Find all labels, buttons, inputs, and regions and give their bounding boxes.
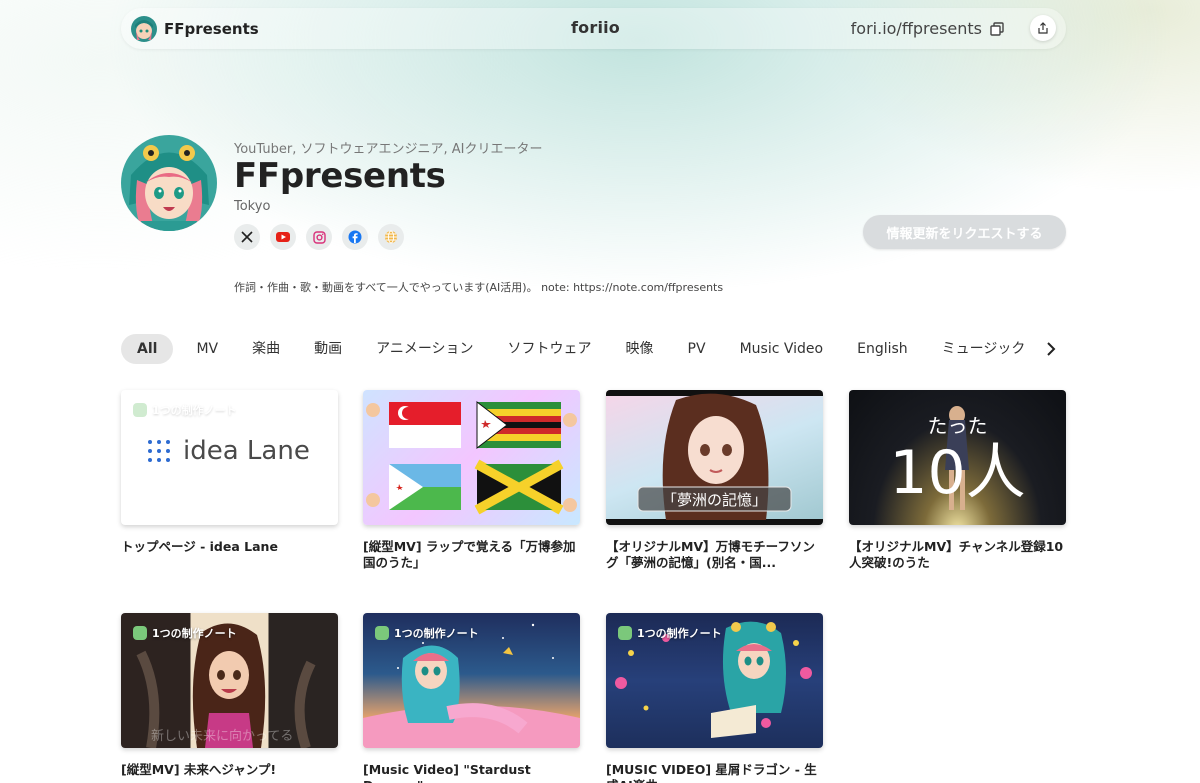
note-icon [618,626,632,640]
work-thumbnail[interactable]: 1つの制作ノート idea Lane [121,390,338,525]
instagram-icon[interactable] [306,224,332,250]
production-note-badge: 1つの制作ノート [133,625,237,641]
work-card[interactable]: 1つの制作ノート [MUSIC VIDEO] 星屑ドラゴン - 生成AI楽曲 [606,613,823,783]
facebook-icon[interactable] [342,224,368,250]
profile-bio: 作詞・作曲・歌・動画をすべて一人でやっています(AI活用)。 note: htt… [234,281,724,294]
profile-name: FFpresents [234,156,446,196]
tab-animation[interactable]: アニメーション [359,334,490,364]
chevron-right-icon [1047,342,1056,356]
globe-icon[interactable] [378,224,404,250]
brand-name[interactable]: FFpresents [164,20,259,38]
tab-music[interactable]: ミュージック [925,334,1043,364]
work-thumbnail[interactable]: 1つの制作ノート [363,613,580,748]
tab-songs[interactable]: 楽曲 [235,334,297,364]
youtube-icon[interactable] [270,224,296,250]
tab-mv[interactable]: MV [179,334,235,364]
work-title[interactable]: トップページ - idea Lane [121,539,338,555]
tab-english[interactable]: English [840,334,925,364]
flags-illustration [366,400,577,515]
tab-software[interactable]: ソフトウェア [491,334,609,364]
thumbnail-caption: 新しい未来に向かってる [151,729,294,744]
work-title[interactable]: [縦型MV] 未来へジャンプ! [121,762,338,778]
tabs-scroll-right-button[interactable] [1040,338,1062,360]
work-thumbnail[interactable]: たった 10人 [849,390,1066,525]
request-update-button[interactable]: 情報更新をリクエストする [863,215,1066,249]
category-tabs: All MV 楽曲 動画 アニメーション ソフトウェア 映像 PV Music … [121,334,1056,364]
production-note-badge: 1つの制作ノート [375,625,479,641]
work-title[interactable]: 【オリジナルMV】チャンネル登録10人突破!のうた [849,539,1066,571]
idea-lane-logo: idea Lane [147,436,310,466]
work-title[interactable]: [MUSIC VIDEO] 星屑ドラゴン - 生成AI楽曲 [606,762,823,783]
profile-avatar [121,135,217,231]
note-icon [375,626,389,640]
thumbnail-caption: 「夢洲の記憶」 [661,491,767,509]
work-card[interactable]: 1つの制作ノート idea Lane トップページ - idea Lane [121,390,338,555]
work-thumbnail[interactable]: 1つの制作ノート 新しい未来に向かってる [121,613,338,748]
work-card[interactable]: 1つの制作ノート 新しい未来に向かってる [縦型MV] 未来へジャンプ! [121,613,338,778]
work-title[interactable]: [縦型MV] ラップで覚える「万博参加国のうた」 [363,539,580,571]
social-links [234,224,404,250]
work-card[interactable]: 「夢洲の記憶」 【オリジナルMV】万博モチーフソング「夢洲の記憶」(別名・国..… [606,390,823,571]
thumbnail-caption-big: 10人 [889,438,1026,508]
copy-icon[interactable] [990,21,1004,36]
note-icon [133,403,147,417]
profile-url[interactable]: fori.io/ffpresents [851,19,982,38]
work-title[interactable]: [Music Video] "Stardust Dreams" [363,762,580,783]
profile-location: Tokyo [234,199,271,214]
dots-logo-icon [148,440,170,462]
note-icon [133,626,147,640]
x-icon[interactable] [234,224,260,250]
tab-music-video[interactable]: Music Video [723,334,841,364]
share-button[interactable] [1030,15,1056,41]
production-note-badge: 1つの制作ノート [618,625,722,641]
work-thumbnail[interactable] [363,390,580,525]
tab-pv[interactable]: PV [671,334,723,364]
share-icon [1038,22,1048,34]
work-card[interactable]: [縦型MV] ラップで覚える「万博参加国のうた」 [363,390,580,571]
work-card[interactable]: 1つの制作ノート [Music Video] "Stardust Dreams" [363,613,580,783]
foriio-logo[interactable]: foriio [571,18,620,37]
tab-footage[interactable]: 映像 [609,334,671,364]
work-card[interactable]: たった 10人 【オリジナルMV】チャンネル登録10人突破!のうた [849,390,1066,571]
work-title[interactable]: 【オリジナルMV】万博モチーフソング「夢洲の記憶」(別名・国... [606,539,823,571]
production-note-badge: 1つの制作ノート [133,402,237,418]
work-thumbnail[interactable]: 1つの制作ノート [606,613,823,748]
work-thumbnail[interactable]: 「夢洲の記憶」 [606,390,823,525]
brand-avatar[interactable] [131,15,157,42]
tab-videos[interactable]: 動画 [297,334,359,364]
profile-tagline: YouTuber, ソフトウェアエンジニア, AIクリエーター [234,142,543,157]
tab-all[interactable]: All [121,334,174,364]
thumbnail-caption-top: たった [927,414,988,438]
top-bar: FFpresents foriio fori.io/ffpresents [121,8,1066,49]
